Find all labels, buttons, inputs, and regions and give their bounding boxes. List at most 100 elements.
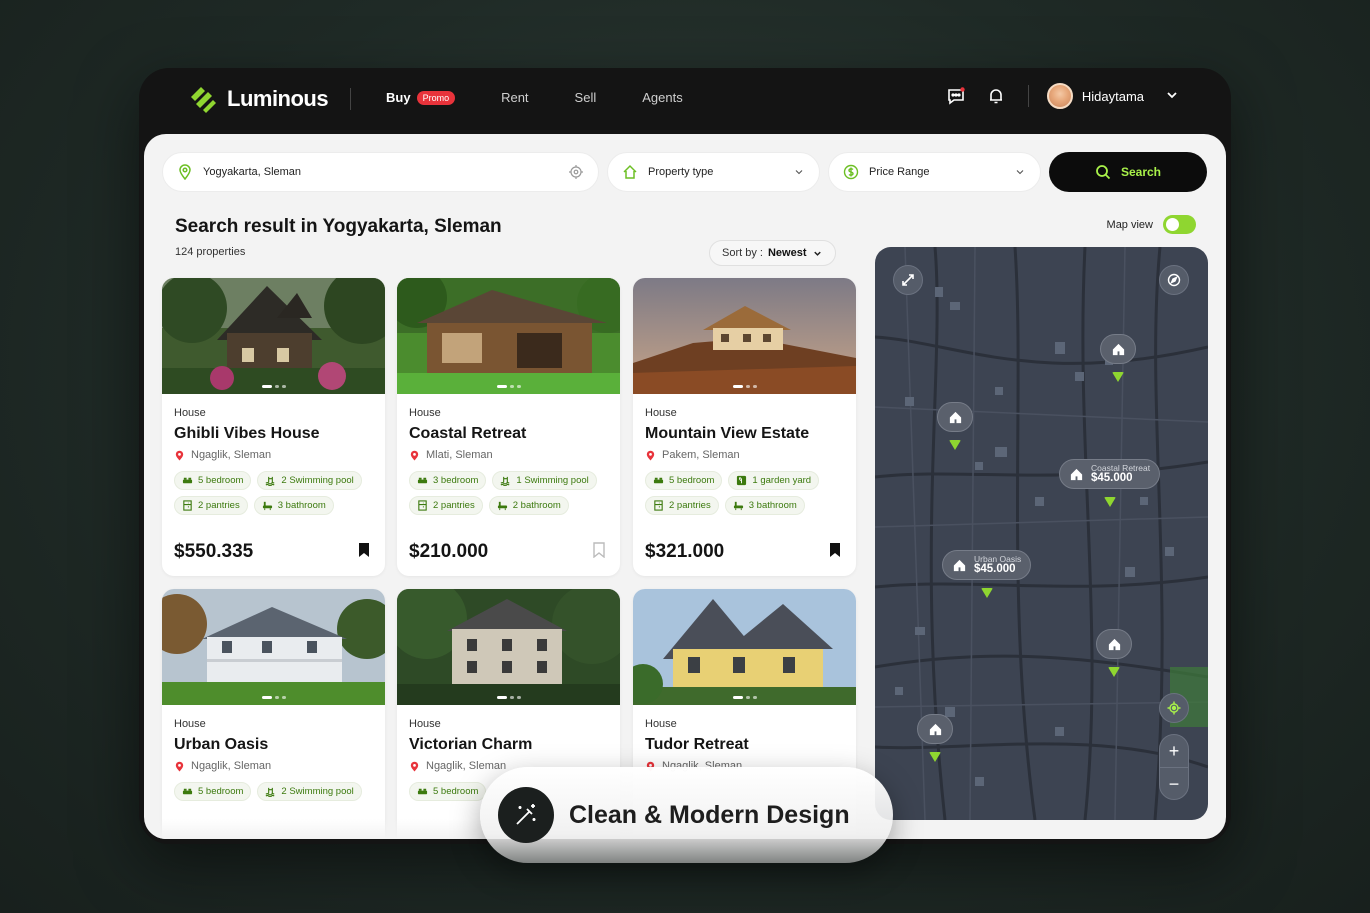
search-button[interactable]: Search bbox=[1049, 152, 1207, 192]
listing-price: $321.000 bbox=[645, 541, 725, 562]
pin-marker bbox=[980, 588, 993, 598]
home-icon bbox=[623, 164, 637, 179]
listing-photo[interactable] bbox=[162, 278, 385, 394]
feature-label: 2 pantries bbox=[433, 500, 475, 511]
map-view-toggle[interactable] bbox=[1163, 215, 1196, 234]
listing-location: Ngaglik, Sleman bbox=[174, 449, 373, 461]
zoom-in-button[interactable]: + bbox=[1160, 735, 1188, 767]
feature-chip: 5 bedroom bbox=[645, 471, 723, 490]
locate-me-icon[interactable] bbox=[568, 164, 584, 180]
zoom-out-button[interactable]: − bbox=[1160, 768, 1188, 800]
nav-rent[interactable]: Rent bbox=[501, 90, 528, 105]
divider bbox=[1027, 85, 1029, 107]
listing-name: Urban Oasis bbox=[174, 736, 269, 753]
listing-card[interactable]: House Ghibli Vibes House Ngaglik, Sleman… bbox=[162, 278, 385, 576]
map-pin-coastal-retreat[interactable]: Coastal Retreat $45.000 bbox=[1059, 459, 1161, 507]
map-pin-urban-oasis[interactable]: Urban Oasis $45.000 bbox=[942, 550, 1032, 598]
expand-icon[interactable] bbox=[893, 265, 923, 295]
listing-photo[interactable] bbox=[633, 278, 856, 394]
carousel-dots bbox=[732, 696, 757, 699]
search-icon bbox=[1096, 165, 1111, 180]
price-range-select[interactable]: Price Range bbox=[828, 152, 1041, 192]
main-nav: Buy Promo Rent Sell Agents bbox=[386, 90, 729, 105]
property-type-label: Property type bbox=[648, 166, 714, 178]
nav-actions: Hidaytama bbox=[928, 83, 1179, 109]
pin-marker bbox=[1112, 372, 1124, 382]
map-view-toggle-group: Map view bbox=[1107, 215, 1196, 234]
feature-chip: 2 bathroom bbox=[488, 496, 569, 515]
property-type-select[interactable]: Property type bbox=[607, 152, 820, 192]
pool-icon bbox=[265, 787, 275, 797]
home-icon bbox=[917, 714, 953, 744]
map-pin[interactable] bbox=[917, 714, 953, 762]
listing-price: $550.335 bbox=[174, 541, 254, 562]
bookmark-filled-icon[interactable] bbox=[828, 542, 842, 563]
pin-name: Urban Oasis bbox=[974, 553, 1022, 564]
magic-wand-icon bbox=[498, 787, 554, 843]
sort-dropdown[interactable]: Sort by : Newest bbox=[709, 240, 836, 266]
pin-price: $45.000 bbox=[1091, 472, 1133, 485]
listing-photo[interactable] bbox=[162, 589, 385, 705]
listing-location: Ngaglik, Sleman bbox=[174, 760, 373, 772]
chat-icon[interactable] bbox=[944, 84, 968, 108]
feature-label: 1 Swimming pool bbox=[516, 475, 589, 486]
location-pin-icon bbox=[179, 164, 191, 180]
listing-type: House bbox=[409, 407, 441, 419]
feature-chip: 3 bathroom bbox=[724, 496, 805, 515]
user-menu[interactable]: Hidaytama bbox=[1046, 83, 1179, 109]
feature-label: 5 bedroom bbox=[669, 475, 715, 486]
home-icon bbox=[1096, 629, 1132, 659]
listing-photo[interactable] bbox=[633, 589, 856, 705]
map-pin[interactable] bbox=[1096, 629, 1132, 677]
home-icon bbox=[953, 559, 966, 571]
bookmark-icon[interactable] bbox=[592, 541, 606, 563]
results-title: Search result in Yogyakarta, Sleman bbox=[175, 216, 502, 237]
feature-label: 2 pantries bbox=[669, 500, 711, 511]
pool-icon bbox=[265, 476, 275, 486]
listing-features: 5 bedroom 2 Swimming pool 2 pantries 3 b… bbox=[174, 471, 373, 515]
pin-name: Coastal Retreat bbox=[1091, 462, 1151, 473]
locate-me-icon[interactable] bbox=[1159, 693, 1189, 723]
feature-chip: 3 bathroom bbox=[253, 496, 334, 515]
feature-label: 2 Swimming pool bbox=[281, 786, 354, 797]
feature-label: 3 bathroom bbox=[748, 500, 797, 511]
map-panel[interactable]: Coastal Retreat $45.000 Urban Oasis $45.00… bbox=[875, 247, 1208, 820]
pantry-icon bbox=[654, 500, 663, 511]
carousel-dots bbox=[496, 385, 521, 388]
bed-icon bbox=[182, 477, 193, 484]
listing-card[interactable]: House Coastal Retreat Mlati, Sleman 3 be… bbox=[397, 278, 620, 576]
nav-buy-label: Buy bbox=[386, 90, 411, 105]
price-range-label: Price Range bbox=[869, 166, 930, 178]
nav-agents-label: Agents bbox=[642, 90, 683, 105]
listing-location-text: Ngaglik, Sleman bbox=[191, 449, 272, 461]
compass-icon[interactable] bbox=[1159, 265, 1189, 295]
nav-sell[interactable]: Sell bbox=[575, 90, 597, 105]
promo-badge: Promo bbox=[416, 90, 456, 105]
carousel-dots bbox=[261, 696, 286, 699]
bookmark-filled-icon[interactable] bbox=[357, 542, 371, 563]
feature-label: 2 pantries bbox=[198, 500, 240, 511]
listing-card[interactable]: House Mountain View Estate Pakem, Sleman… bbox=[633, 278, 856, 576]
nav-sell-label: Sell bbox=[574, 90, 597, 105]
map-pin[interactable] bbox=[1100, 334, 1136, 382]
pantry-icon bbox=[183, 500, 192, 511]
pin-marker bbox=[949, 440, 961, 450]
location-field[interactable]: Yogyakarta, Sleman bbox=[162, 152, 599, 192]
listing-photo[interactable] bbox=[397, 589, 620, 705]
listing-type: House bbox=[174, 718, 206, 730]
listing-name: Ghibli Vibes House bbox=[174, 425, 320, 442]
home-icon bbox=[1100, 334, 1136, 364]
logo[interactable]: Luminous bbox=[187, 83, 329, 115]
nav-agents[interactable]: Agents bbox=[642, 90, 682, 105]
map-pin[interactable] bbox=[937, 402, 973, 450]
zoom-controls: + − bbox=[1159, 734, 1189, 800]
listing-photo[interactable] bbox=[397, 278, 620, 394]
bell-icon[interactable] bbox=[984, 84, 1008, 108]
feature-chip: 2 Swimming pool bbox=[257, 471, 362, 490]
listing-type: House bbox=[645, 407, 677, 419]
feature-label: 1 garden yard bbox=[752, 475, 812, 486]
nav-buy[interactable]: Buy Promo bbox=[386, 90, 456, 105]
feature-label: 5 bedroom bbox=[198, 786, 244, 797]
bathtub-icon bbox=[497, 501, 507, 511]
listing-card[interactable]: House Urban Oasis Ngaglik, Sleman 5 bedr… bbox=[162, 589, 385, 839]
